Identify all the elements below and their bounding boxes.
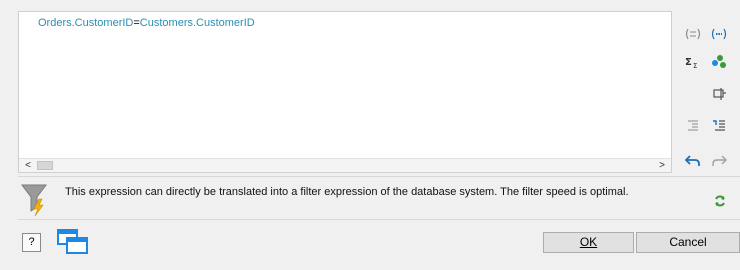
parentheses-icon[interactable] — [683, 24, 703, 44]
insert-field-icon[interactable] — [709, 84, 729, 104]
filter-hint-panel: This expression can directly be translat… — [18, 176, 740, 220]
svg-text:Σ: Σ — [693, 62, 697, 69]
refresh-icon[interactable] — [710, 191, 730, 211]
hint-text: This expression can directly be translat… — [65, 186, 629, 198]
window-switch-icon[interactable] — [57, 229, 89, 255]
svg-text:Σ: Σ — [685, 57, 692, 68]
sum-function-icon[interactable]: Σ Σ — [683, 52, 703, 72]
redo-icon[interactable] — [709, 151, 729, 171]
string-literal-icon[interactable] — [709, 24, 729, 44]
scroll-right-button[interactable]: > — [655, 159, 669, 173]
scroll-left-button[interactable]: < — [21, 159, 35, 173]
ok-button-label: OK — [579, 235, 598, 249]
cancel-button[interactable]: Cancel — [636, 232, 740, 253]
expression-left-field: Orders.CustomerID — [38, 17, 134, 29]
filter-lightning-icon — [20, 183, 50, 217]
expression-editor[interactable]: Orders.CustomerID=Customers.CustomerID <… — [18, 11, 672, 173]
undo-icon[interactable] — [683, 151, 703, 171]
scroll-thumb[interactable] — [37, 161, 53, 170]
help-button[interactable]: ? — [22, 233, 41, 252]
expression-text[interactable]: Orders.CustomerID=Customers.CustomerID — [38, 17, 255, 29]
variables-icon[interactable] — [709, 52, 729, 72]
outdent-icon[interactable] — [683, 115, 703, 135]
indent-icon[interactable] — [709, 115, 729, 135]
ok-button[interactable]: OK — [543, 232, 634, 253]
horizontal-scrollbar[interactable]: < > — [19, 158, 671, 172]
expression-right-field: Customers.CustomerID — [139, 17, 255, 29]
